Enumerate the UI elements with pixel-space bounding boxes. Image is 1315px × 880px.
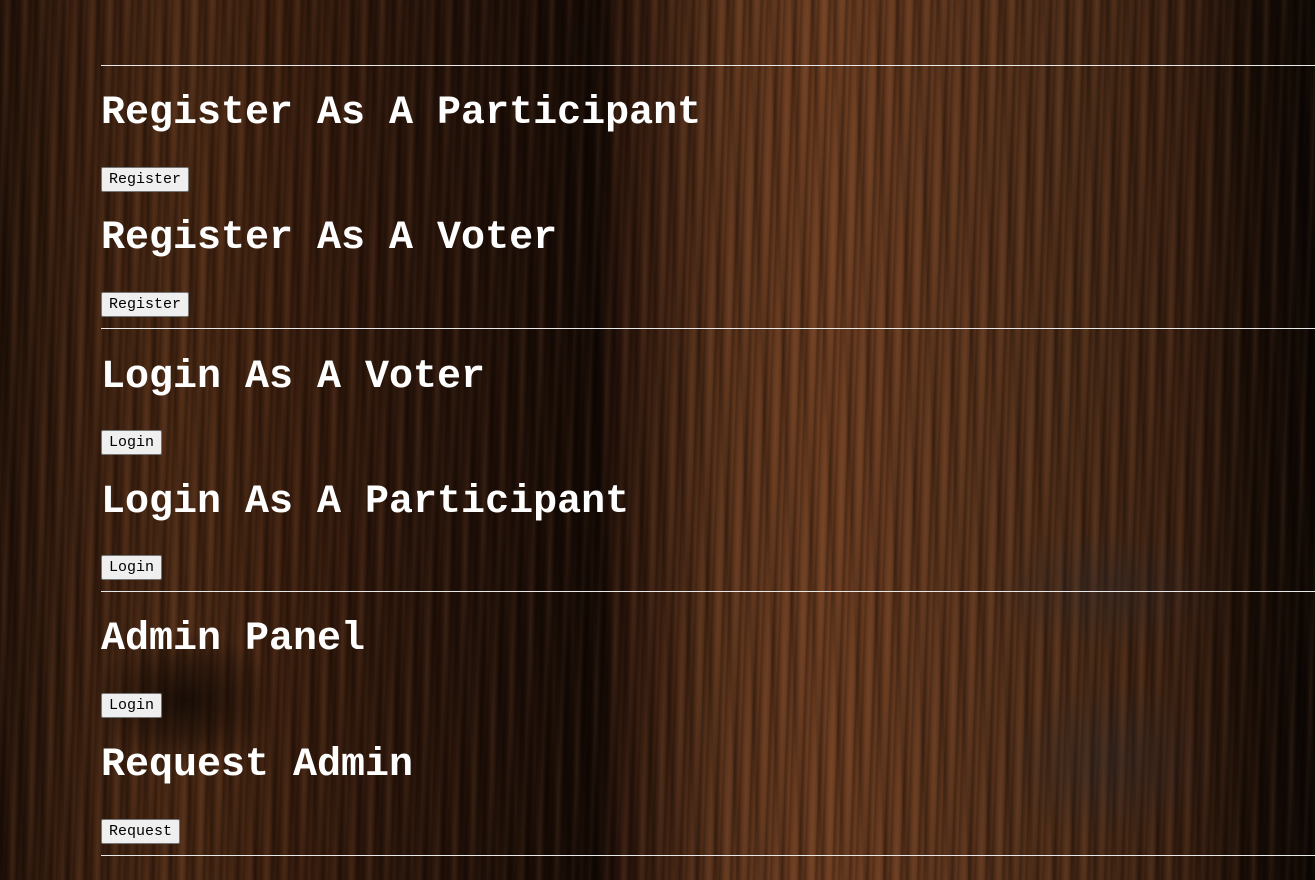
divider xyxy=(101,328,1315,329)
admin-panel-heading: Admin Panel xyxy=(101,617,366,662)
login-voter-button[interactable]: Login xyxy=(101,430,163,455)
request-admin-heading: Request Admin xyxy=(101,743,414,788)
admin-login-button[interactable]: Login xyxy=(101,693,163,718)
divider xyxy=(101,855,1315,856)
register-voter-button[interactable]: Register xyxy=(101,292,190,317)
main-content: Register As A Participant Register Regis… xyxy=(101,0,1315,880)
register-participant-heading: Register As A Participant xyxy=(101,91,702,136)
register-participant-button[interactable]: Register xyxy=(101,167,190,192)
divider xyxy=(101,591,1315,592)
login-participant-button[interactable]: Login xyxy=(101,555,163,580)
request-admin-button[interactable]: Request xyxy=(101,819,181,844)
login-participant-heading: Login As A Participant xyxy=(101,480,630,525)
register-voter-heading: Register As A Voter xyxy=(101,216,558,261)
login-voter-heading: Login As A Voter xyxy=(101,355,486,400)
divider xyxy=(101,65,1315,66)
